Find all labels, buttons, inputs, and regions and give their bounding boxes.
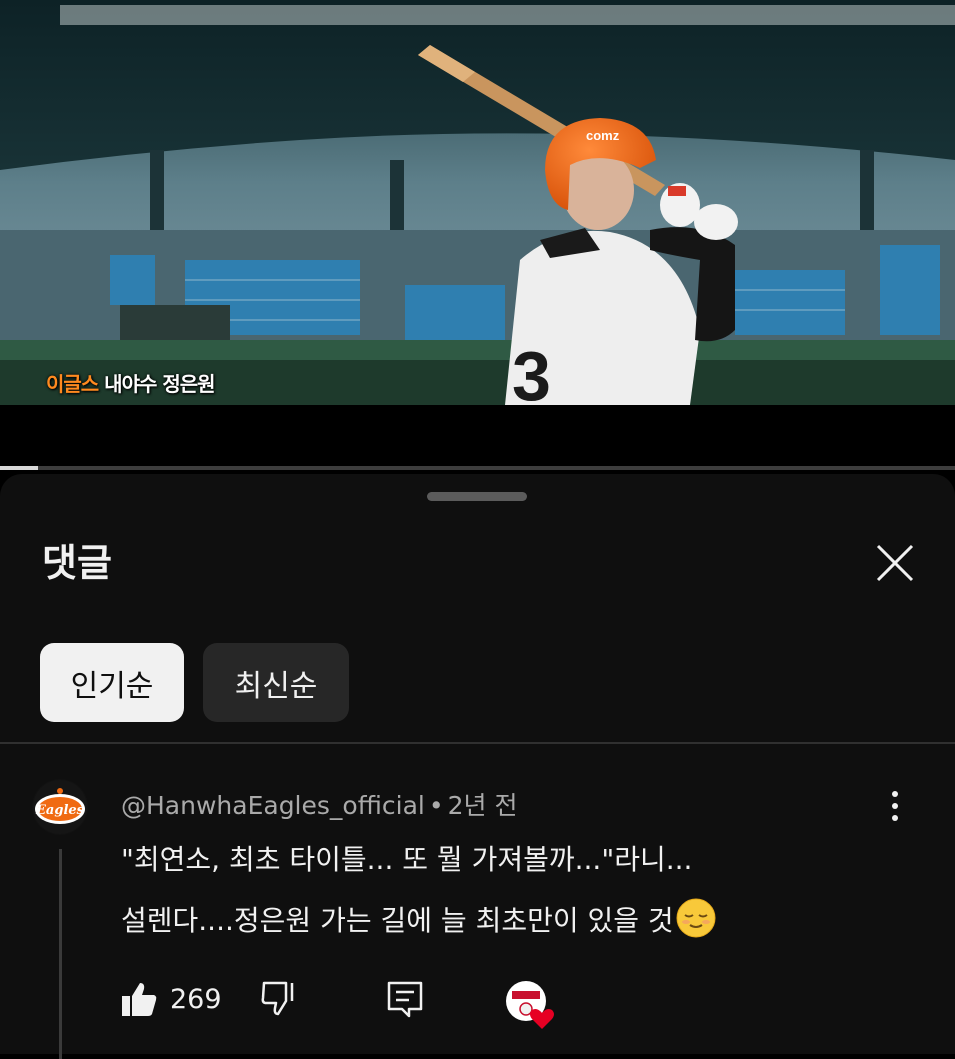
creator-heart-badge	[504, 979, 556, 1031]
reply-button[interactable]	[385, 979, 425, 1023]
eagles-logo-icon: Eagles	[33, 780, 87, 834]
meta-separator: •	[428, 791, 444, 820]
caption-text: 내야수 정은원	[98, 372, 215, 396]
more-vertical-icon	[892, 791, 898, 821]
dislike-button[interactable]	[259, 979, 299, 1023]
video-progress-fill	[0, 466, 39, 470]
sort-chip-newest[interactable]: 최신순	[203, 643, 349, 722]
comments-sheet: 댓글 인기순 최신순 Eagles @HanwhaEagles_official…	[0, 474, 955, 1059]
svg-text:comz: comz	[586, 128, 620, 143]
comment-more-button[interactable]	[880, 786, 910, 826]
sheet-title: 댓글	[42, 541, 112, 585]
comment-author[interactable]: @HanwhaEagles_official	[121, 791, 425, 820]
close-icon	[876, 544, 914, 582]
reply-comment-icon	[387, 981, 423, 1018]
comment-time: 2년 전	[447, 791, 518, 820]
video-player[interactable]: 3 comz 이글스 내야수 정은원	[0, 0, 955, 405]
comment-text-line2-body: 설렌다....정은원 가는 길에 늘 최초만이 있을 것	[121, 904, 674, 937]
relieved-face-emoji-icon	[676, 898, 716, 938]
comment-text-line1: "최연소, 최초 타이틀... 또 뭘 가져볼까..."라니...	[121, 843, 693, 876]
like-button[interactable]	[119, 979, 159, 1023]
comment-meta: @HanwhaEagles_official • 2년 전	[121, 786, 517, 822]
comment-text-line2: 설렌다....정은원 가는 길에 늘 최초만이 있을 것	[121, 898, 716, 939]
video-caption: 이글스 내야수 정은원	[46, 368, 216, 397]
svg-text:3: 3	[512, 337, 551, 405]
video-progress-bar[interactable]	[0, 466, 955, 470]
creator-heart-icon	[506, 981, 554, 1029]
caption-accent: 이글스	[46, 372, 99, 396]
close-button[interactable]	[870, 538, 920, 588]
drag-handle[interactable]	[427, 492, 527, 501]
svg-text:Eagles: Eagles	[35, 803, 85, 818]
divider	[0, 742, 955, 744]
sort-chip-popular[interactable]: 인기순	[40, 643, 184, 722]
reply-thread-line	[59, 849, 62, 1059]
like-count: 269	[170, 984, 222, 1015]
avatar[interactable]: Eagles	[32, 779, 88, 835]
video-frame-image: 3 comz	[0, 0, 955, 405]
thumbs-up-icon	[122, 983, 157, 1016]
thumbs-down-icon	[261, 981, 294, 1016]
